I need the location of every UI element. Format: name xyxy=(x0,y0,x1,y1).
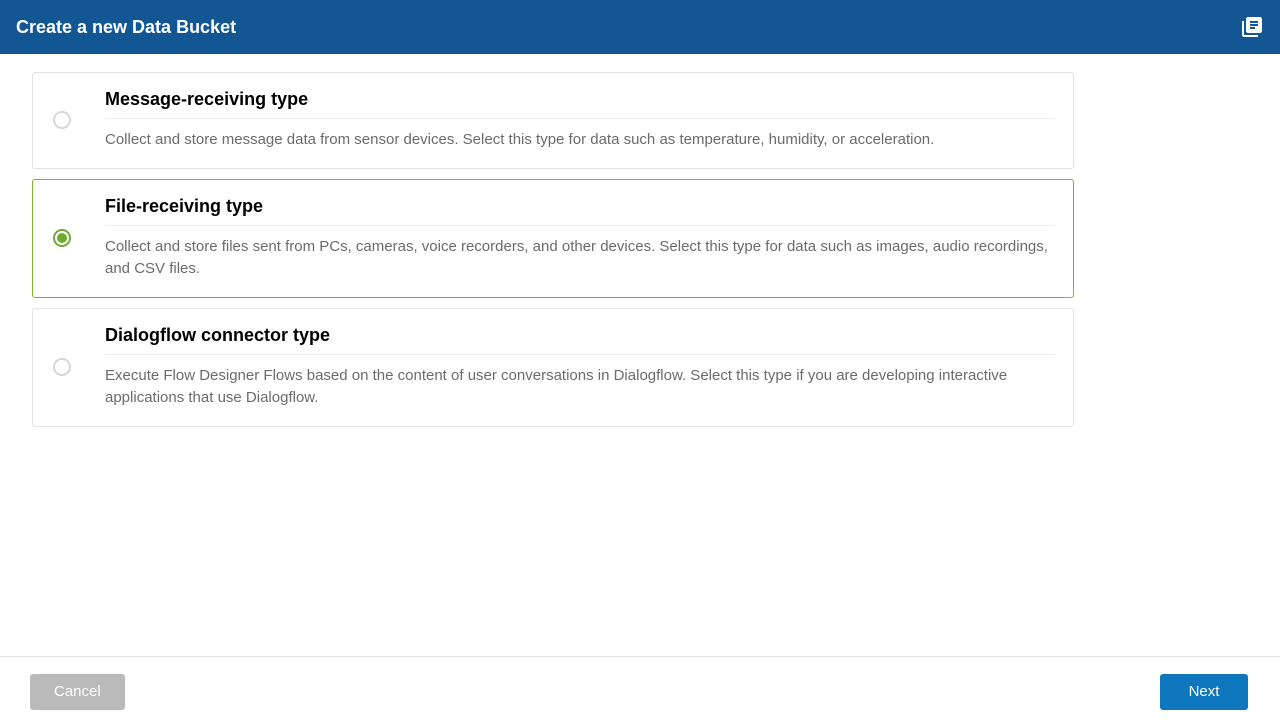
option-description: Collect and store message data from sens… xyxy=(105,129,1055,152)
option-title: Message-receiving type xyxy=(105,89,1055,118)
radio-icon xyxy=(53,229,71,247)
option-body: File-receiving type Collect and store fi… xyxy=(105,196,1055,281)
option-title: File-receiving type xyxy=(105,196,1055,225)
page-title: Create a new Data Bucket xyxy=(16,17,236,38)
option-body: Message-receiving type Collect and store… xyxy=(105,89,1055,152)
cancel-button[interactable]: Cancel xyxy=(30,674,125,710)
page-header: Create a new Data Bucket xyxy=(0,0,1280,54)
option-body: Dialogflow connector type Execute Flow D… xyxy=(105,325,1055,410)
divider xyxy=(105,354,1055,355)
option-file-receiving[interactable]: File-receiving type Collect and store fi… xyxy=(32,179,1074,298)
option-title: Dialogflow connector type xyxy=(105,325,1055,354)
divider xyxy=(105,118,1055,119)
radio-col xyxy=(49,358,105,376)
option-dialogflow-connector[interactable]: Dialogflow connector type Execute Flow D… xyxy=(32,308,1074,427)
footer-bar: Cancel Next xyxy=(0,656,1280,726)
option-message-receiving[interactable]: Message-receiving type Collect and store… xyxy=(32,72,1074,169)
options-list: Message-receiving type Collect and store… xyxy=(0,54,1106,427)
option-description: Collect and store files sent from PCs, c… xyxy=(105,236,1055,281)
radio-icon xyxy=(53,358,71,376)
radio-icon xyxy=(53,111,71,129)
divider xyxy=(105,225,1055,226)
option-description: Execute Flow Designer Flows based on the… xyxy=(105,365,1055,410)
radio-col xyxy=(49,229,105,247)
radio-col xyxy=(49,111,105,129)
next-button[interactable]: Next xyxy=(1160,674,1248,710)
library-books-icon[interactable] xyxy=(1240,15,1264,39)
